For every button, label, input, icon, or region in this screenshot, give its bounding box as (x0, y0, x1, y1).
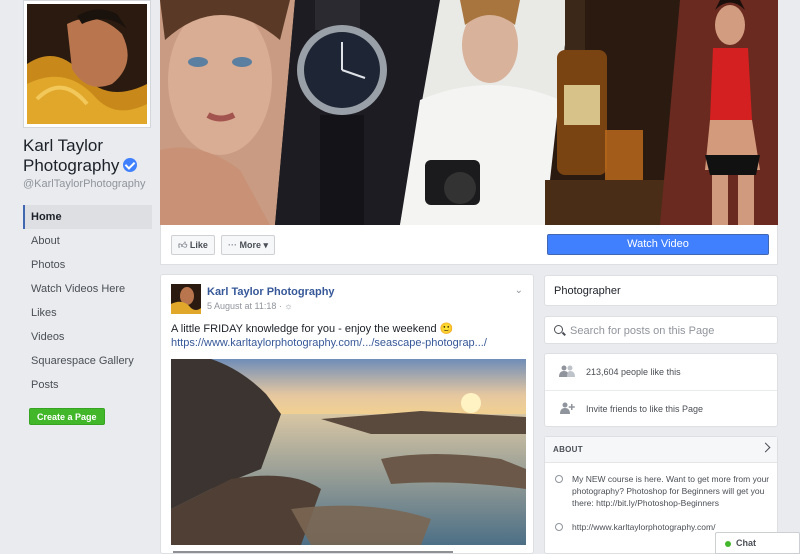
add-friend-icon (560, 402, 575, 414)
cover-action-bar: 👍︎ Like ··· More ▾ Watch Video (160, 225, 778, 265)
page-title-line2: Photography (23, 156, 120, 175)
profile-photo-image (27, 4, 147, 124)
about-header[interactable]: ABOUT (545, 437, 777, 463)
page-nav: Home About Photos Watch Videos Here Like… (23, 205, 152, 397)
nav-item-squarespace-gallery[interactable]: Squarespace Gallery (23, 349, 152, 373)
chat-label: Chat (736, 538, 756, 548)
nav-item-photos[interactable]: Photos (23, 253, 152, 277)
seascape-photo (171, 359, 526, 545)
post-text: A little FRIDAY knowledge for you - enjo… (171, 323, 454, 335)
create-page-button[interactable]: Create a Page (29, 408, 105, 425)
cover-photo[interactable] (160, 0, 778, 225)
search-icon (554, 325, 563, 334)
chat-tab[interactable]: Chat (715, 532, 800, 554)
post-image[interactable] (171, 359, 526, 545)
post-card: Karl Taylor Photography 5 August at 11:1… (160, 274, 534, 554)
avatar-image (171, 284, 201, 314)
post-options-chevron-icon[interactable]: ⌄ (515, 285, 523, 296)
post-author-name[interactable]: Karl Taylor Photography (207, 286, 335, 298)
nav-item-posts[interactable]: Posts (23, 373, 152, 397)
left-column: Karl Taylor Photography @KarlTaylorPhoto… (0, 0, 160, 554)
search-input[interactable]: Search for posts on this Page (570, 325, 714, 337)
like-button[interactable]: 👍︎ Like (171, 235, 215, 255)
people-icon (559, 365, 575, 377)
likes-count: 213,604 people like this (586, 367, 681, 377)
nav-item-likes[interactable]: Likes (23, 301, 152, 325)
info-icon (555, 475, 563, 483)
like-button-label: Like (189, 240, 208, 250)
likes-row[interactable]: 213,604 people like this (545, 354, 777, 391)
post-timestamp[interactable]: 5 August at 11:18 · ☼ (207, 301, 293, 311)
page-title-line1: Karl Taylor (23, 136, 103, 155)
about-title: ABOUT (553, 445, 583, 454)
more-button[interactable]: ··· More ▾ (221, 235, 276, 255)
watch-video-button[interactable]: Watch Video (547, 234, 769, 255)
page-post-search[interactable]: Search for posts on this Page (544, 316, 778, 344)
thumbs-up-icon: 👍︎ (178, 240, 188, 250)
cover-collage-image (160, 0, 778, 225)
nav-item-home[interactable]: Home (23, 205, 152, 229)
about-description: My NEW course is here. Want to get more … (555, 473, 775, 513)
invite-friends-row[interactable]: Invite friends to like this Page (545, 391, 777, 428)
about-description-text: My NEW course is here. Want to get more … (572, 474, 770, 508)
page-handle[interactable]: @KarlTaylorPhotography (23, 178, 145, 190)
page-title[interactable]: Karl Taylor Photography (23, 136, 158, 176)
nav-item-about[interactable]: About (23, 229, 152, 253)
globe-icon (555, 523, 563, 531)
nav-item-watch-videos[interactable]: Watch Videos Here (23, 277, 152, 301)
online-status-icon (725, 541, 731, 547)
verified-badge-icon (123, 158, 138, 172)
community-card: 213,604 people like this Invite friends … (544, 353, 778, 427)
ellipsis-icon: ··· (228, 240, 237, 250)
chevron-right-icon (760, 442, 771, 453)
nav-item-videos[interactable]: Videos (23, 325, 152, 349)
post-link[interactable]: https://www.karltaylorphotography.com/..… (171, 337, 487, 349)
caret-down-icon: ▾ (263, 240, 269, 250)
page-category[interactable]: Photographer (544, 275, 778, 306)
profile-picture[interactable] (23, 0, 151, 128)
invite-friends-label: Invite friends to like this Page (586, 404, 704, 414)
post-author-avatar[interactable] (171, 284, 201, 314)
more-button-label: More (239, 240, 262, 250)
